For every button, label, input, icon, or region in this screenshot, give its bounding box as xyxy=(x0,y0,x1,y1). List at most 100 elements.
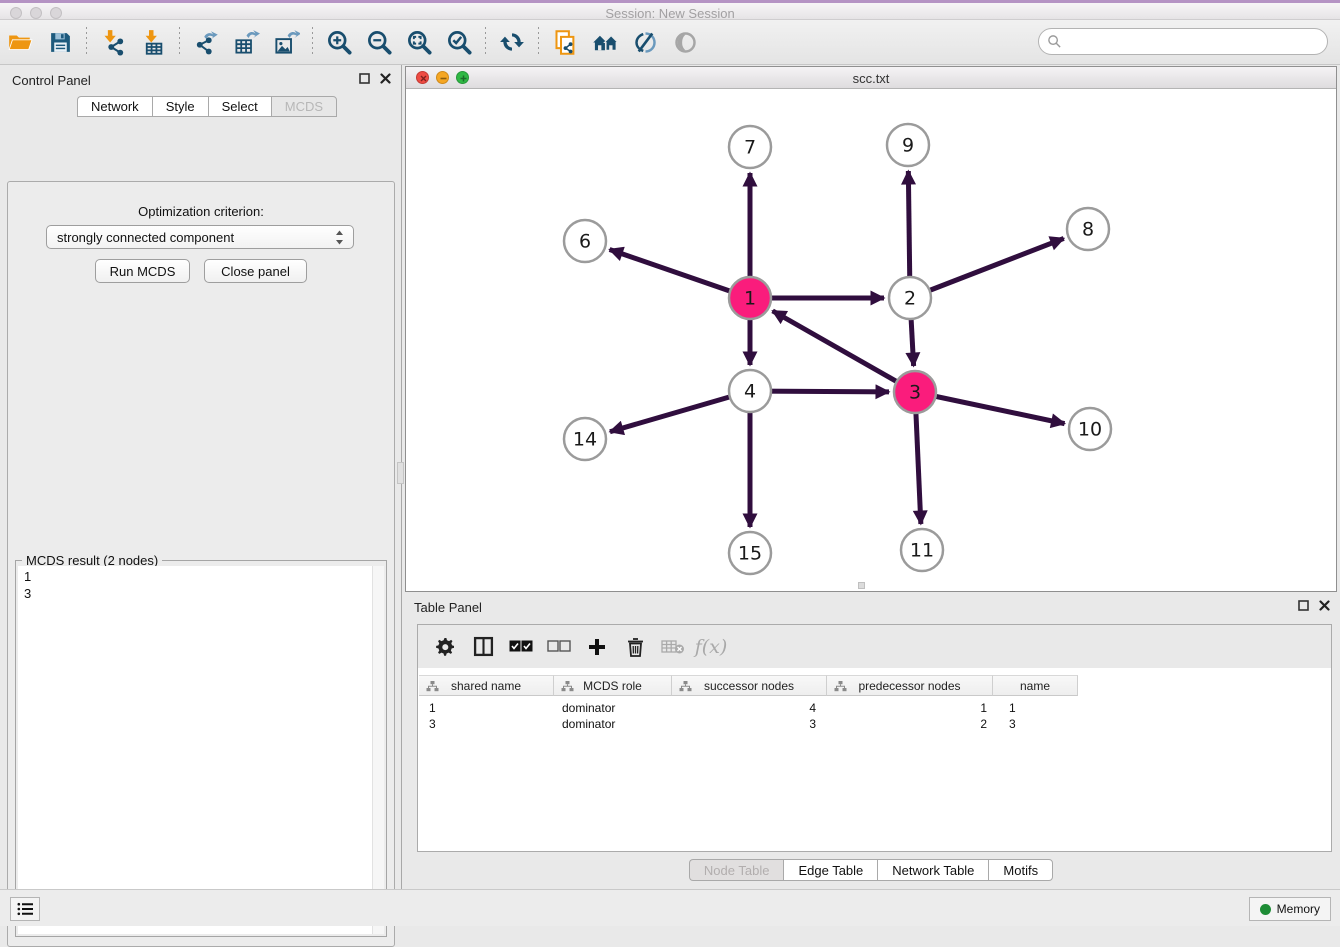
control-panel-tabs: Network Style Select MCDS xyxy=(77,96,337,117)
zoom-selected-button[interactable] xyxy=(439,24,479,60)
import-table-button[interactable] xyxy=(133,24,173,60)
checked-boxes-icon xyxy=(509,640,533,653)
save-session-button[interactable] xyxy=(40,24,80,60)
delete-table-button[interactable] xyxy=(654,630,692,664)
close-panel-icon[interactable] xyxy=(380,73,391,84)
mcds-result-text[interactable]: 1 3 xyxy=(18,566,372,934)
task-history-button[interactable] xyxy=(10,897,40,921)
import-network-button[interactable] xyxy=(93,24,133,60)
function-builder-button[interactable]: f(x) xyxy=(692,630,730,664)
close-panel-icon[interactable] xyxy=(1319,600,1330,611)
tab-network[interactable]: Network xyxy=(77,96,152,117)
network-view-window: scc.txt 7968124314101511 xyxy=(405,66,1337,592)
duplicate-network-button[interactable] xyxy=(545,24,585,60)
tab-edge-table[interactable]: Edge Table xyxy=(783,859,877,881)
run-mcds-button[interactable]: Run MCDS xyxy=(95,259,190,283)
cell-predecessor[interactable]: 2 xyxy=(827,716,987,732)
cell-mcds-role[interactable]: dominator xyxy=(562,700,672,716)
sort-icon xyxy=(561,680,574,693)
memory-button[interactable]: Memory xyxy=(1249,897,1331,921)
export-table-button[interactable] xyxy=(226,24,266,60)
table-panel-title: Table Panel xyxy=(414,600,482,615)
cell-predecessor[interactable]: 1 xyxy=(827,700,987,716)
column-header-name[interactable]: name xyxy=(993,675,1078,696)
export-network-button[interactable] xyxy=(186,24,226,60)
column-header-successor-nodes[interactable]: successor nodes xyxy=(672,675,827,696)
network-window-titlebar[interactable]: scc.txt xyxy=(406,67,1336,89)
toolbar-separator xyxy=(485,27,486,57)
select-all-columns-button[interactable] xyxy=(502,630,540,664)
mcds-tab-content: Optimization criterion: strongly connect… xyxy=(7,181,395,947)
zoom-in-button[interactable] xyxy=(319,24,359,60)
gear-icon xyxy=(435,637,455,657)
node-label: 8 xyxy=(1082,219,1094,241)
fx-icon: f(x) xyxy=(695,636,728,658)
tab-node-table[interactable]: Node Table xyxy=(689,859,784,881)
float-panel-icon[interactable] xyxy=(1298,600,1309,611)
cell-name[interactable]: 1 xyxy=(1009,700,1069,716)
open-session-button[interactable] xyxy=(0,24,40,60)
delete-table-icon xyxy=(661,639,685,655)
cell-name[interactable]: 3 xyxy=(1009,716,1069,732)
table-settings-button[interactable] xyxy=(426,630,464,664)
column-header-shared-name[interactable]: shared name xyxy=(419,675,554,696)
table-tabs: Node Table Edge Table Network Table Moti… xyxy=(402,859,1340,881)
zoom-out-button[interactable] xyxy=(359,24,399,60)
export-image-button[interactable] xyxy=(266,24,306,60)
cell-shared-name[interactable]: 3 xyxy=(429,716,549,732)
import-network-icon xyxy=(100,29,127,56)
search-icon xyxy=(1047,34,1062,49)
apply-layout-button[interactable] xyxy=(492,24,532,60)
tab-select[interactable]: Select xyxy=(208,96,271,117)
show-columns-button[interactable] xyxy=(464,630,502,664)
panel-divider-handle[interactable] xyxy=(397,462,404,484)
network-graph[interactable]: 7968124314101511 xyxy=(406,89,1336,592)
tab-motifs[interactable]: Motifs xyxy=(988,859,1053,881)
sort-icon xyxy=(834,680,847,693)
save-icon xyxy=(48,30,73,55)
delete-column-button[interactable] xyxy=(616,630,654,664)
result-scrollbar[interactable] xyxy=(372,566,384,934)
column-header-MCDS-role[interactable]: MCDS role xyxy=(554,675,672,696)
search-input[interactable] xyxy=(1062,32,1327,52)
tab-mcds[interactable]: MCDS xyxy=(271,96,337,117)
columns-icon xyxy=(473,636,494,657)
toolbar-separator xyxy=(538,27,539,57)
float-panel-icon[interactable] xyxy=(359,73,370,84)
graphics-details-button[interactable] xyxy=(625,24,665,60)
cell-shared-name[interactable]: 1 xyxy=(429,700,549,716)
node-label: 9 xyxy=(902,135,914,157)
network-view-title: scc.txt xyxy=(406,71,1336,86)
zoom-in-icon xyxy=(326,29,353,56)
cell-mcds-role[interactable]: dominator xyxy=(562,716,672,732)
trash-icon xyxy=(626,637,645,657)
sort-icon xyxy=(426,680,439,693)
column-header-predecessor-nodes[interactable]: predecessor nodes xyxy=(827,675,993,696)
search-box[interactable] xyxy=(1038,28,1328,55)
criterion-select[interactable]: strongly connected component xyxy=(46,225,354,249)
deselect-all-columns-button[interactable] xyxy=(540,630,578,664)
first-neighbors-button[interactable] xyxy=(585,24,625,60)
zoom-fit-button[interactable] xyxy=(399,24,439,60)
column-label: MCDS role xyxy=(583,679,642,693)
canvas-resize-handle[interactable] xyxy=(858,582,865,589)
cell-successor[interactable]: 4 xyxy=(672,700,816,716)
add-column-button[interactable] xyxy=(578,630,616,664)
table-toolbar: f(x) xyxy=(418,625,1331,668)
hide-details-button[interactable] xyxy=(665,24,705,60)
edge-1-6[interactable] xyxy=(610,249,750,298)
node-label: 3 xyxy=(909,382,921,404)
plus-icon xyxy=(587,637,607,657)
memory-status-icon xyxy=(1260,904,1271,915)
node-label: 2 xyxy=(904,288,916,310)
cell-successor[interactable]: 3 xyxy=(672,716,816,732)
edge-3-10[interactable] xyxy=(915,392,1065,424)
edge-2-8[interactable] xyxy=(910,238,1064,298)
close-panel-button[interactable]: Close panel xyxy=(204,259,307,283)
criterion-value: strongly connected component xyxy=(57,230,234,245)
edge-3-1[interactable] xyxy=(773,311,915,392)
tab-style[interactable]: Style xyxy=(152,96,208,117)
zoom-fit-icon xyxy=(406,29,433,56)
tab-network-table[interactable]: Network Table xyxy=(877,859,988,881)
export-image-icon xyxy=(273,29,300,56)
